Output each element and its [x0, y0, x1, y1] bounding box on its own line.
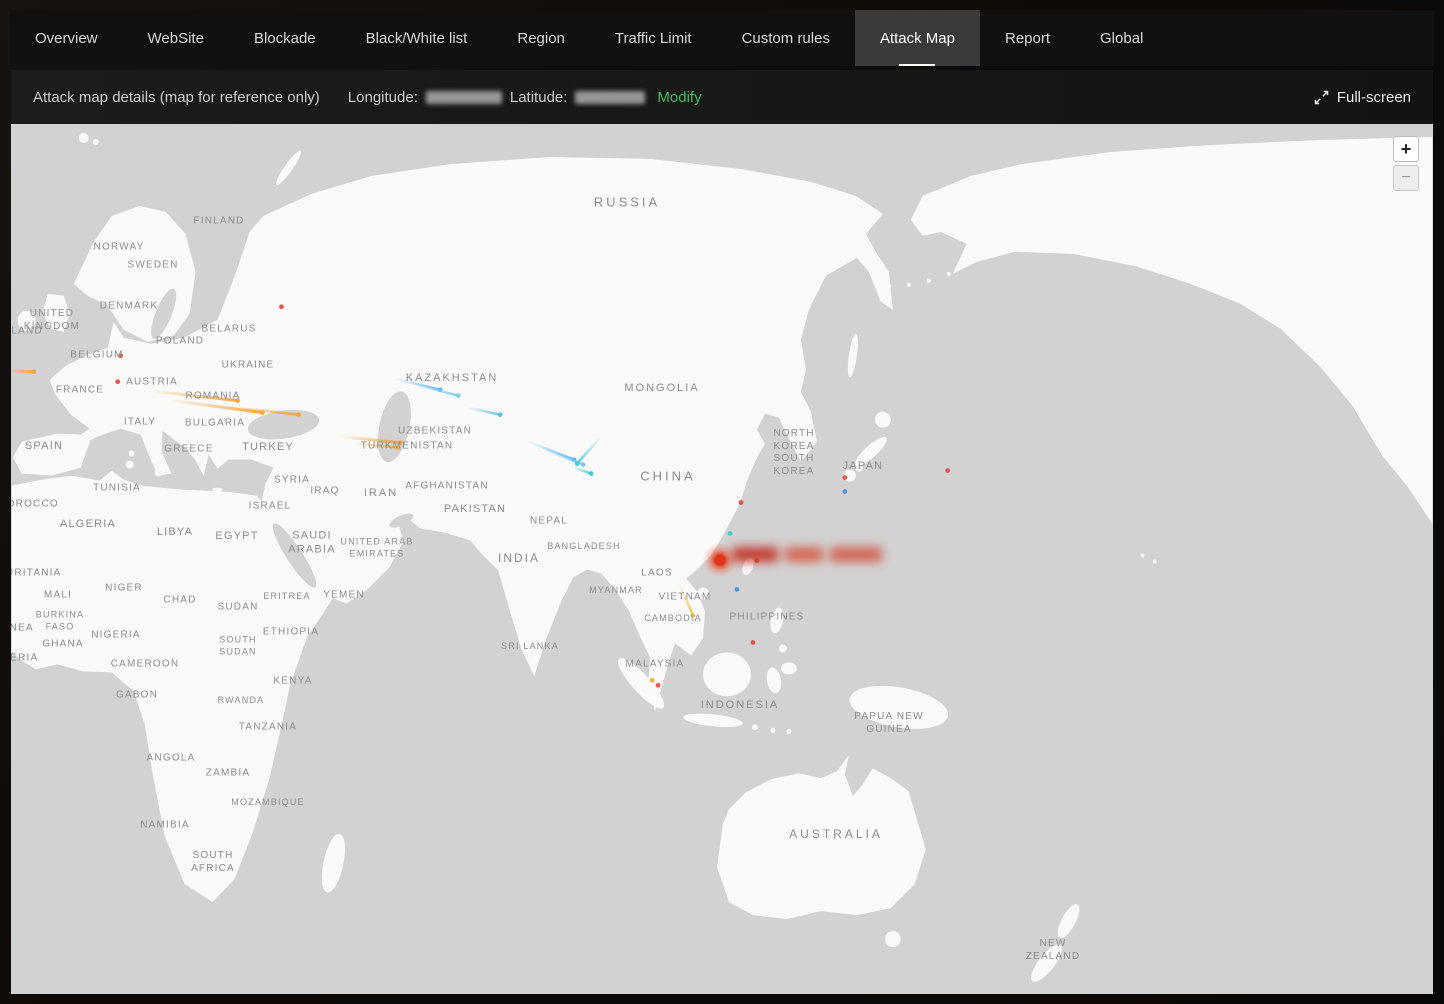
tab-attack-map[interactable]: Attack Map	[855, 10, 980, 66]
tab-custom-rules[interactable]: Custom rules	[717, 10, 855, 66]
tab-overview[interactable]: Overview	[10, 10, 123, 66]
attack-target-marker[interactable]	[715, 555, 726, 566]
attack-map-canvas[interactable]: RUSSIAFINLANDNORWAYSWEDENDENMARKUNITED K…	[11, 124, 1433, 994]
tab-blockade[interactable]: Blockade	[229, 10, 341, 66]
top-nav: Overview WebSite Blockade Black/White li…	[10, 10, 1434, 66]
longitude-value-redacted	[426, 91, 502, 104]
map-zoom-control: + −	[1393, 136, 1419, 191]
tab-traffic-limit[interactable]: Traffic Limit	[590, 10, 717, 66]
longitude-label: Longitude:	[348, 89, 418, 106]
tab-report[interactable]: Report	[980, 10, 1075, 66]
fullscreen-button[interactable]: Full-screen	[1314, 89, 1411, 106]
fullscreen-label: Full-screen	[1337, 89, 1411, 106]
tab-global[interactable]: Global	[1075, 10, 1168, 66]
fullscreen-icon	[1314, 90, 1329, 105]
attack-map-toolbar: Attack map details (map for reference on…	[11, 70, 1433, 124]
page-title: Attack map details (map for reference on…	[33, 89, 320, 106]
zoom-out-button[interactable]: −	[1393, 165, 1419, 191]
tab-black-white-list[interactable]: Black/White list	[341, 10, 493, 66]
tab-region[interactable]: Region	[492, 10, 590, 66]
latitude-value-redacted	[575, 91, 645, 104]
zoom-in-button[interactable]: +	[1393, 136, 1419, 162]
modify-link[interactable]: Modify	[657, 89, 701, 106]
tab-website[interactable]: WebSite	[123, 10, 229, 66]
latitude-label: Latitude:	[510, 89, 568, 106]
